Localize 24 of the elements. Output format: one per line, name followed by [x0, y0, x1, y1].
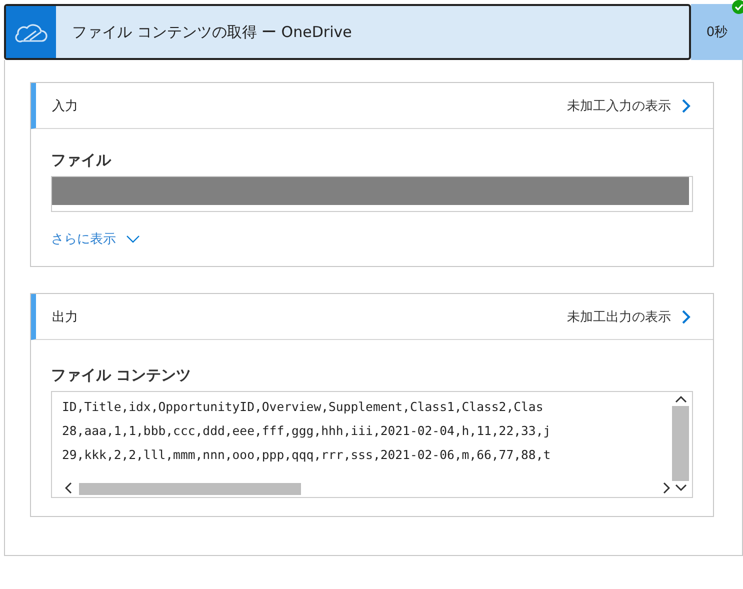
show-more-link[interactable]: さらに表示	[51, 230, 693, 248]
scroll-up-icon[interactable]	[675, 395, 687, 403]
field-label: ファイル コンテンツ	[51, 366, 192, 385]
scroll-down-icon[interactable]	[675, 484, 687, 492]
raw-input-link[interactable]: 未加工入力の表示	[567, 96, 691, 114]
vertical-scrollbar[interactable]	[672, 406, 689, 481]
section-title: 入力	[52, 98, 78, 114]
chevron-right-icon	[681, 308, 691, 324]
content-line: ID,Title,idx,OpportunityID,Overview,Supplement,Class1,Class2,Clas	[62, 399, 544, 416]
chevron-down-icon	[126, 235, 140, 243]
field-label: ファイル	[51, 151, 112, 170]
action-header[interactable]: ファイル コンテンツの取得 ー OneDrive	[4, 4, 691, 60]
raw-output-link[interactable]: 未加工出力の表示	[567, 308, 691, 326]
horizontal-scrollbar[interactable]	[79, 483, 301, 495]
section-title: 出力	[52, 308, 78, 326]
chevron-right-icon	[681, 98, 691, 114]
content-line: 28,aaa,1,1,bbb,ccc,ddd,eee,fff,ggg,hhh,iii,2021-02-04,h,11,22,33,j	[62, 423, 552, 440]
file-content-textarea[interactable]: ID,Title,idx,OpportunityID,Overview,Supplement,Class1,Class2,Clas 28,aaa,1,1,bbb,ccc,ddd,eee,fff,ggg,hhh,iii,2021-02-04,h,11,22,33,j 29,kkk,2,2,lll,mmm,nnn,ooo,ppp,qqq,rrr,sss,2021-02-06,m,66,77,88,t	[51, 391, 693, 498]
duration-label: 0秒	[691, 4, 743, 60]
scroll-left-icon[interactable]	[65, 482, 73, 494]
action-title: ファイル コンテンツの取得 ー OneDrive	[71, 22, 352, 42]
scroll-right-icon[interactable]	[662, 482, 670, 494]
cloud-icon	[6, 6, 56, 58]
content-line: 29,kkk,2,2,lll,mmm,nnn,ooo,ppp,qqq,rrr,sss,2021-02-06,m,66,77,88,t	[62, 447, 552, 464]
